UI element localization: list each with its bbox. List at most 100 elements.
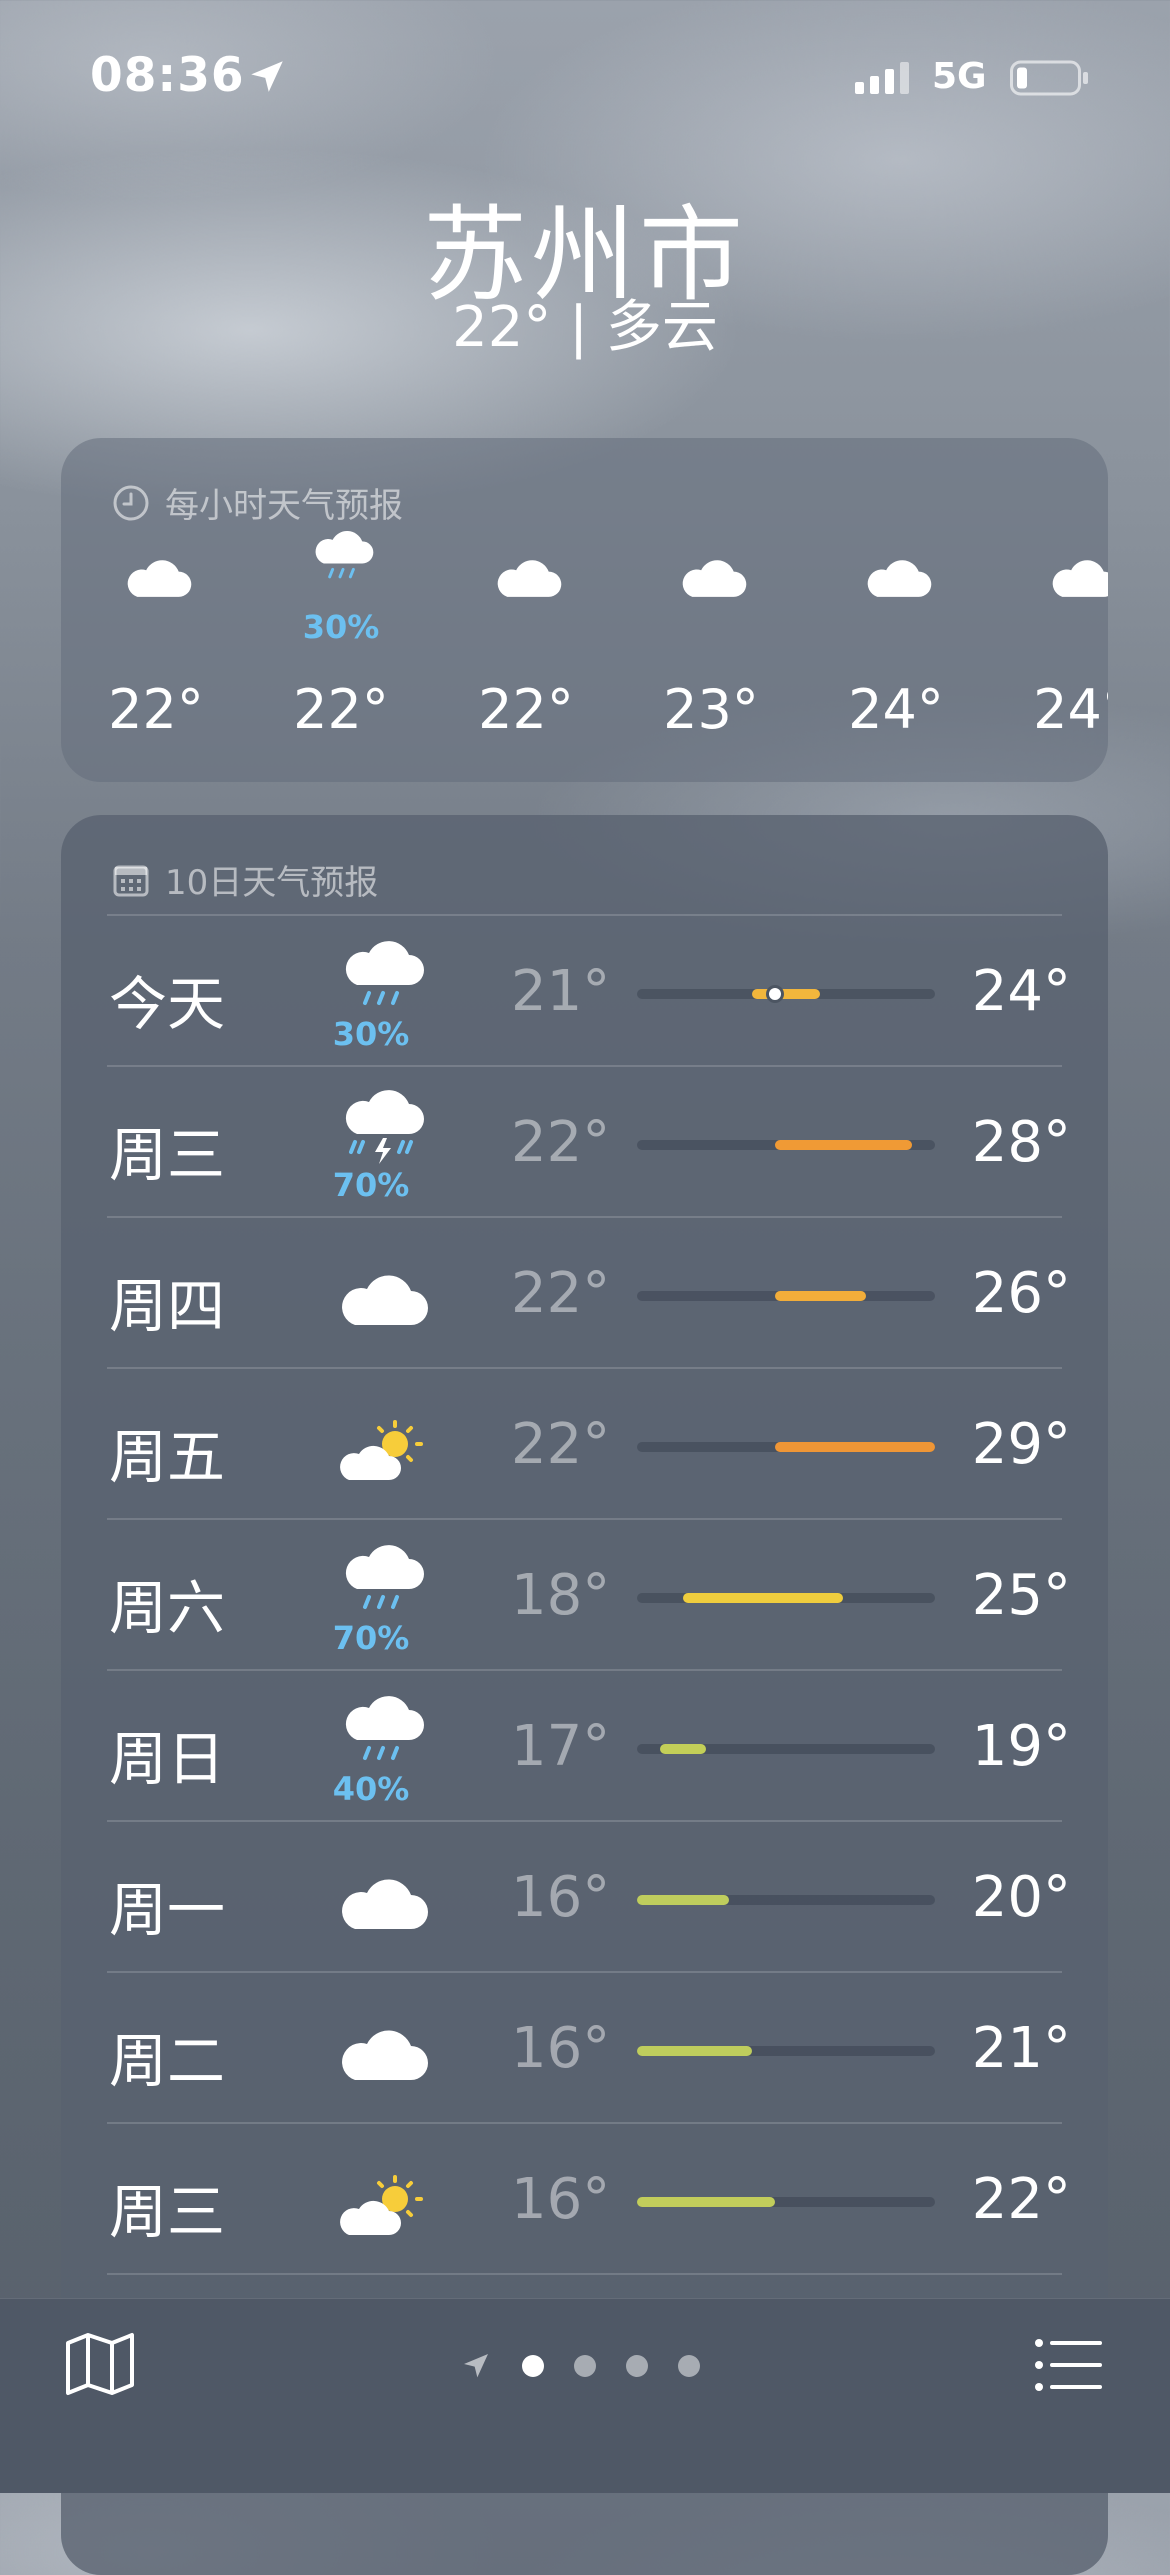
- partly-sunny-icon: [333, 1410, 433, 1490]
- temp-range-track: [637, 988, 935, 1000]
- day-label: 周二: [109, 2027, 226, 2095]
- daily-precip: 70%: [332, 1166, 410, 1204]
- high-temp: 26°: [971, 1261, 1071, 1326]
- current-location-page-icon[interactable]: [460, 2350, 492, 2382]
- cloud-icon: [1046, 548, 1108, 608]
- hourly-forecast-card[interactable]: 每小时天气预报 22° 30% 22° 22° 23° 24° 24°: [61, 438, 1108, 782]
- hourly-temp: 22°: [293, 678, 389, 741]
- status-bar: 08:36 5G: [0, 0, 1170, 150]
- clock-icon: [113, 485, 149, 520]
- hourly-temp: 23°: [663, 678, 759, 741]
- daily-row[interactable]: 周二 16° 21°: [61, 1972, 1108, 2122]
- daily-row[interactable]: 周六 70% 18° 25°: [61, 1519, 1108, 1669]
- low-temp: 16°: [511, 2167, 611, 2232]
- temp-range-bar: [637, 2197, 775, 2207]
- temp-range-track: [637, 2046, 935, 2056]
- day-label: 周一: [109, 1876, 226, 1944]
- temp-range-track: [637, 1593, 935, 1603]
- low-temp: 16°: [511, 2016, 611, 2081]
- cloud-icon: [676, 548, 750, 608]
- low-temp: 22°: [511, 1412, 611, 1477]
- hourly-item: 24°: [1006, 538, 1108, 758]
- thunderstorm-icon: [333, 1088, 433, 1168]
- cloud-icon: [491, 548, 565, 608]
- map-icon[interactable]: [64, 2331, 136, 2397]
- daily-row[interactable]: 周三 16° 22°: [61, 2123, 1108, 2273]
- temp-range-bar: [774, 1140, 913, 1150]
- low-temp: 17°: [511, 1714, 611, 1779]
- page-indicator[interactable]: [460, 2351, 700, 2381]
- temp-range-track: [637, 1442, 935, 1452]
- temp-range-track: [637, 1744, 935, 1754]
- high-temp: 22°: [971, 2167, 1071, 2232]
- hourly-item: 22°: [451, 538, 601, 758]
- temp-range-track: [637, 1895, 935, 1905]
- cloud-icon: [861, 548, 935, 608]
- hourly-item: 22°: [81, 538, 231, 758]
- hourly-forecast-header: 每小时天气预报: [111, 478, 403, 527]
- location-arrow-icon: [251, 61, 283, 92]
- low-temp: 22°: [511, 1110, 611, 1175]
- cloud-icon: [333, 2014, 433, 2094]
- low-temp: 16°: [511, 1865, 611, 1930]
- temp-range-track: [637, 1140, 935, 1150]
- day-label: 周三: [109, 2178, 226, 2246]
- page-dot-3[interactable]: [626, 2355, 648, 2377]
- high-temp: 20°: [971, 1865, 1071, 1930]
- cloud-icon: [333, 1259, 433, 1339]
- high-temp: 28°: [971, 1110, 1071, 1175]
- hourly-forecast-title: 每小时天气预报: [165, 486, 403, 526]
- list-icon[interactable]: [1034, 2337, 1104, 2393]
- daily-row[interactable]: 今天 30% 21° 24°: [61, 915, 1108, 1065]
- temp-range-bar: [682, 1593, 844, 1603]
- hourly-item: 30% 22°: [266, 531, 416, 758]
- bottom-toolbar: [0, 2298, 1170, 2493]
- current-temp-dot: [768, 988, 781, 1000]
- temp-range-track: [637, 1291, 935, 1301]
- daily-row[interactable]: 周一 16° 20°: [61, 1821, 1108, 1971]
- cellular-signal-icon: [855, 62, 909, 94]
- high-temp: 21°: [971, 2016, 1071, 2081]
- row-divider: [107, 2273, 1062, 2275]
- day-label: 周三: [109, 1121, 226, 1189]
- page-dot-4[interactable]: [678, 2355, 700, 2377]
- battery-icon: [1010, 60, 1088, 96]
- cloud-icon: [121, 548, 195, 608]
- day-label: 今天: [109, 970, 226, 1038]
- day-label: 周六: [109, 1574, 226, 1642]
- low-temp: 21°: [511, 959, 611, 1024]
- hourly-temp: 22°: [108, 678, 204, 741]
- cloud-icon: [333, 1863, 433, 1943]
- hourly-precip: 30%: [302, 608, 380, 646]
- temp-range-bar: [751, 989, 821, 999]
- daily-row[interactable]: 周日 40% 17° 19°: [61, 1670, 1108, 1820]
- hourly-item: 24°: [821, 538, 971, 758]
- temp-range-bar: [659, 1744, 706, 1754]
- temp-range-bar: [637, 2046, 752, 2056]
- partly-sunny-icon: [333, 2165, 433, 2245]
- low-temp: 18°: [511, 1563, 611, 1628]
- daily-row[interactable]: 周三 70% 22° 28°: [61, 1066, 1108, 1216]
- daily-row[interactable]: 周四 22° 26°: [61, 1217, 1108, 1367]
- daily-precip: 30%: [332, 1015, 410, 1053]
- page-dot-1[interactable]: [522, 2355, 544, 2377]
- rain-cloud-icon: [333, 1692, 433, 1772]
- hourly-item: 23°: [636, 538, 786, 758]
- high-temp: 29°: [971, 1412, 1071, 1477]
- temp-range-bar: [637, 1895, 729, 1905]
- day-label: 周五: [109, 1423, 226, 1491]
- high-temp: 25°: [971, 1563, 1071, 1628]
- rain-cloud-icon: [306, 528, 380, 588]
- daily-row[interactable]: 周五 22° 29°: [61, 1368, 1108, 1518]
- page-dot-2[interactable]: [574, 2355, 596, 2377]
- day-label: 周日: [109, 1725, 226, 1793]
- day-label: 周四: [109, 1272, 226, 1340]
- temp-range-bar: [774, 1291, 867, 1301]
- high-temp: 19°: [971, 1714, 1071, 1779]
- daily-forecast-header: 10日天气预报: [111, 855, 378, 904]
- current-conditions: 22° | 多云: [452, 295, 718, 360]
- daily-precip: 40%: [332, 1770, 410, 1808]
- high-temp: 24°: [971, 959, 1071, 1024]
- hourly-temp: 22°: [478, 678, 574, 741]
- network-type: 5G: [932, 56, 987, 97]
